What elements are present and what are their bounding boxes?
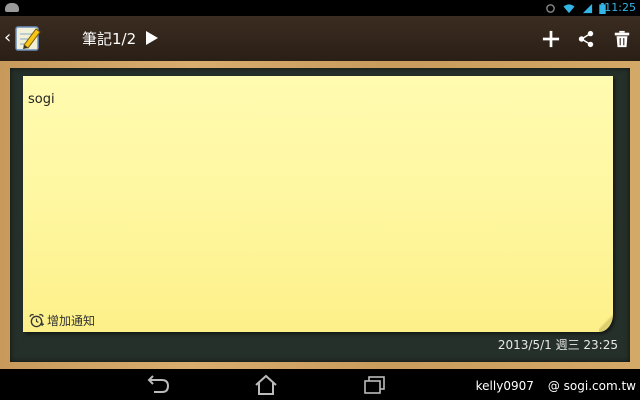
watermark-user: kelly0907 (475, 379, 534, 393)
android-notification-icon (5, 3, 19, 12)
navigation-bar: kelly0907 @ sogi.com.tw (0, 369, 640, 400)
next-note-button[interactable] (143, 28, 161, 48)
alarm-clock-icon (29, 314, 44, 328)
note-content[interactable]: sogi (28, 92, 55, 107)
share-button[interactable] (571, 24, 601, 54)
add-icon (542, 30, 560, 48)
notepad-app-icon[interactable] (14, 24, 42, 52)
page-curl (599, 312, 613, 332)
add-note-button[interactable] (536, 24, 566, 54)
home-button[interactable] (252, 374, 280, 396)
status-time: 11:25 (604, 1, 636, 14)
sticky-note[interactable]: sogi 增加通知 (23, 76, 613, 332)
action-bar: ‹ 筆記1/2 (0, 16, 640, 61)
back-button[interactable] (144, 374, 172, 396)
delete-icon (614, 30, 630, 48)
note-timestamp: 2013/5/1 週三 23:25 (497, 338, 618, 352)
watermark-site: @ sogi.com.tw (547, 379, 636, 393)
status-bar: 11:25 (0, 0, 640, 16)
page-title: 筆記1/2 (82, 30, 137, 48)
signal-icon (582, 3, 593, 13)
add-reminder-label: 增加通知 (47, 314, 96, 328)
sync-icon (546, 3, 555, 13)
status-icons (545, 2, 606, 14)
add-reminder-button[interactable]: 增加通知 (28, 312, 95, 329)
back-chevron-icon[interactable]: ‹ (4, 29, 11, 47)
note-board: sogi 增加通知 2013/5/1 週三 23:25 (10, 68, 630, 362)
wifi-icon (563, 3, 575, 13)
watermark: kelly0907 @ sogi.com.tw (476, 379, 636, 393)
delete-button[interactable] (607, 24, 637, 54)
share-icon (578, 30, 594, 48)
recent-apps-button[interactable] (361, 374, 389, 396)
wooden-frame: sogi 增加通知 2013/5/1 週三 23:25 (0, 61, 640, 369)
